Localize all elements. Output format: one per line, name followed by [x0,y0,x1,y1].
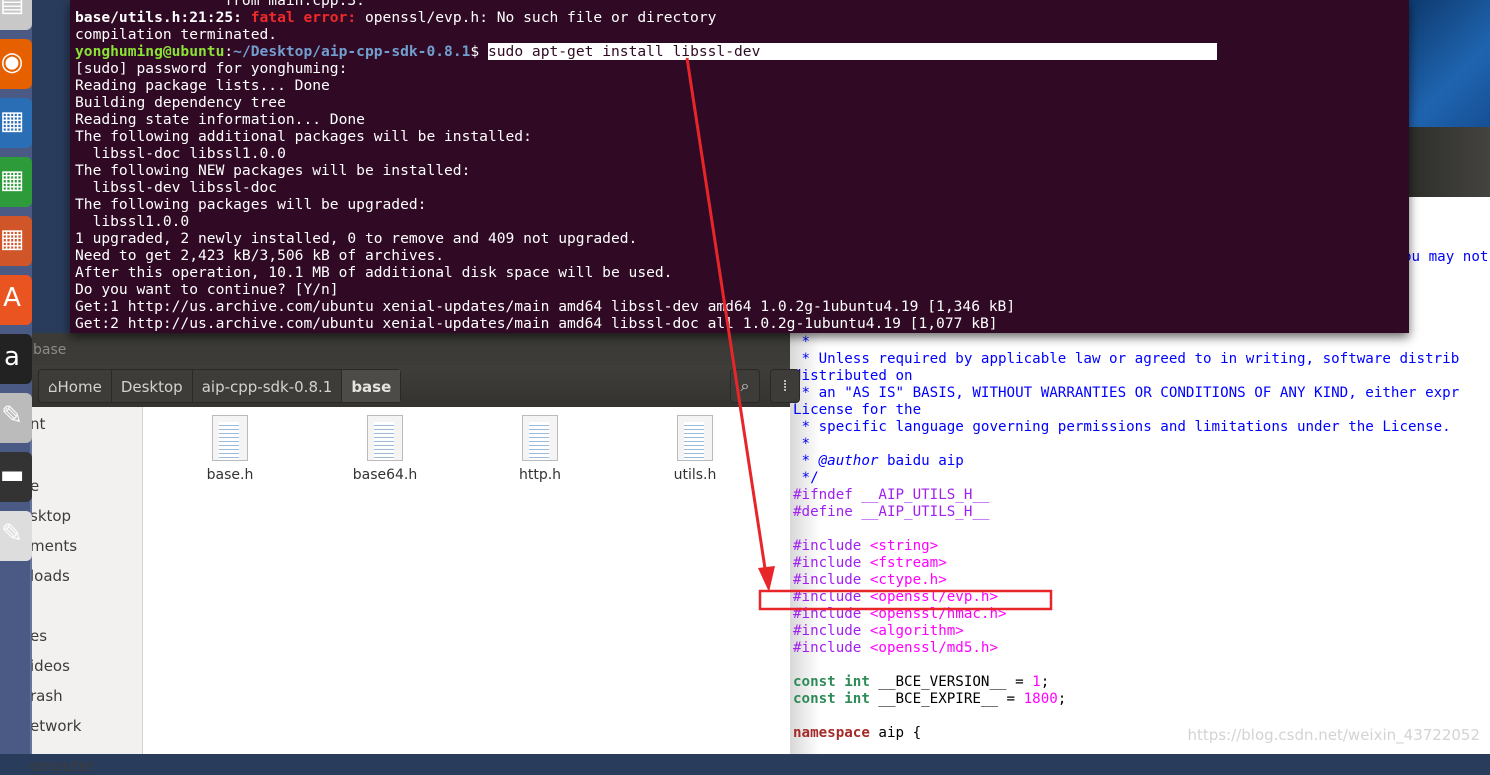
annotation-arrow-line [685,57,768,576]
watermark: https://blog.csdn.net/weixin_43722052 [1187,726,1480,744]
sidebar-item[interactable]: omputer [30,757,94,775]
annotation-layer [685,57,1053,611]
annotation-arrow-head [758,566,775,592]
annotation-highlight-box [758,589,1053,611]
